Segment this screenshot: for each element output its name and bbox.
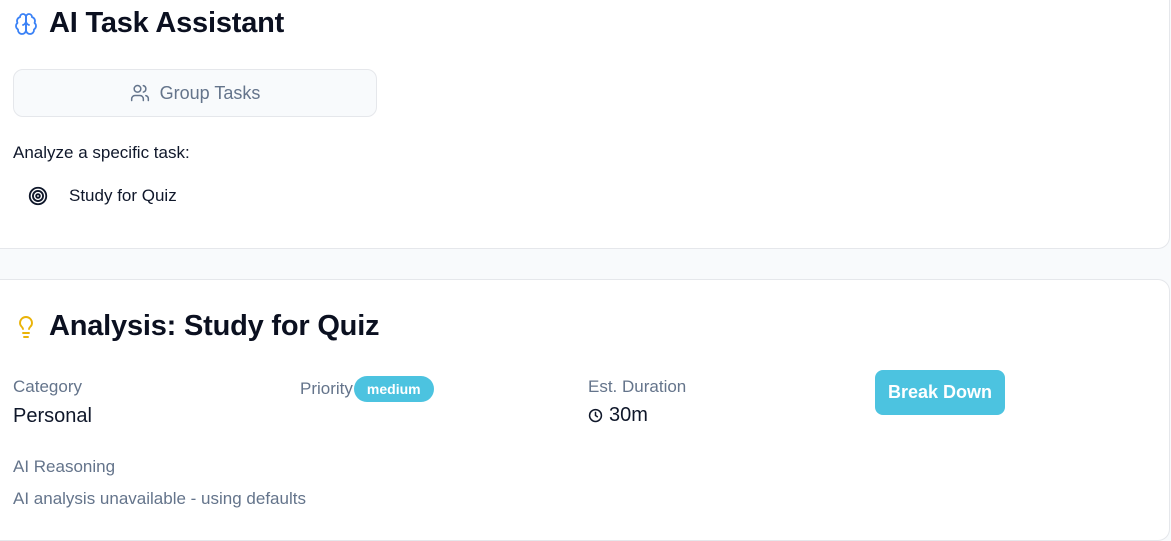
analysis-header: Analysis: Study for Quiz: [13, 310, 380, 343]
analyze-task-label: Analyze a specific task:: [13, 143, 190, 162]
assistant-card: AI Task Assistant Group Tasks Analyze a …: [0, 0, 1170, 249]
priority-badge: medium: [353, 376, 434, 402]
category-value: Personal: [13, 405, 92, 427]
duration-field: 30m: [588, 404, 648, 427]
priority-label: Priority: [300, 379, 353, 398]
analysis-card: Analysis: Study for Quiz Category Person…: [0, 279, 1170, 541]
users-icon: [130, 83, 150, 103]
analysis-title: Analysis: Study for Quiz: [49, 310, 380, 342]
duration-value: 30m: [609, 404, 648, 426]
category-label: Category: [13, 377, 82, 396]
lightbulb-icon: [13, 314, 39, 340]
target-icon: [27, 185, 49, 207]
priority-field: Priority medium: [300, 376, 434, 402]
clock-icon: [588, 408, 603, 423]
ai-reasoning-label: AI Reasoning: [13, 457, 116, 476]
group-tasks-label: Group Tasks: [159, 82, 261, 103]
break-down-button[interactable]: Break Down: [875, 370, 1005, 415]
assistant-title: AI Task Assistant: [49, 7, 285, 39]
task-item[interactable]: Study for Quiz: [27, 185, 177, 207]
brain-icon: [13, 11, 39, 37]
duration-label: Est. Duration: [588, 377, 687, 396]
group-tasks-button[interactable]: Group Tasks: [13, 69, 377, 117]
task-item-label: Study for Quiz: [69, 186, 177, 205]
assistant-header: AI Task Assistant: [13, 7, 284, 40]
ai-reasoning-text: AI analysis unavailable - using defaults: [13, 489, 306, 508]
